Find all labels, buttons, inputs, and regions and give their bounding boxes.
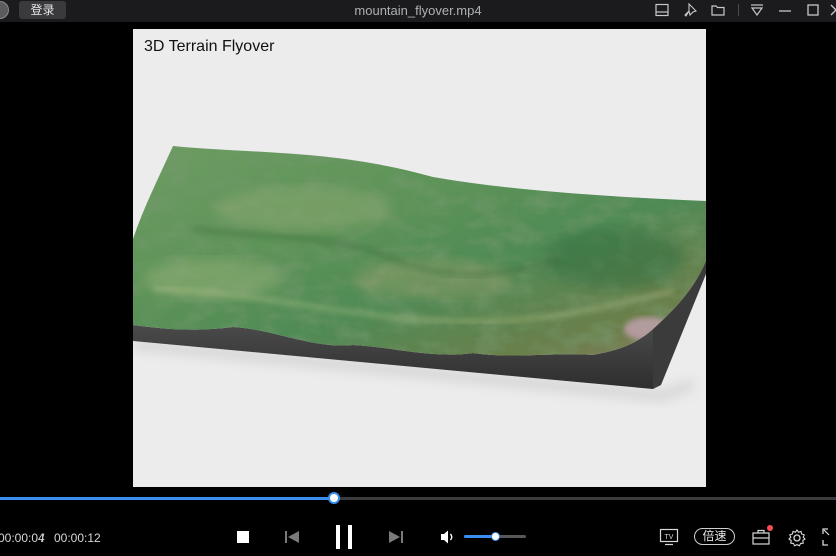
control-bar: 00:00:04 / 00:00:12 TV 倍速 — [0, 502, 836, 556]
volume-handle[interactable] — [491, 532, 500, 541]
next-icon[interactable] — [388, 530, 404, 544]
close-icon[interactable] — [828, 2, 836, 18]
progress-fill — [0, 497, 335, 500]
volume-slider[interactable] — [464, 532, 526, 541]
total-time: 00:00:12 — [54, 531, 101, 545]
title-bar: 登录 mountain_flyover.mp4 — [0, 0, 836, 22]
previous-icon[interactable] — [284, 530, 300, 544]
mini-mode-icon[interactable] — [654, 2, 670, 18]
minimize-icon[interactable] — [777, 2, 793, 18]
video-frame[interactable]: 3D Terrain Flyover — [133, 29, 706, 487]
pin-icon[interactable] — [683, 2, 699, 18]
stop-icon[interactable] — [236, 530, 250, 544]
terrain-render — [133, 146, 706, 401]
maximize-icon[interactable] — [805, 2, 821, 18]
tv-cast-icon[interactable]: TV — [659, 528, 679, 546]
svg-text:TV: TV — [665, 534, 674, 541]
folder-icon[interactable] — [710, 2, 726, 18]
notification-dot — [767, 525, 773, 531]
time-separator: / — [41, 531, 45, 545]
volume-icon[interactable] — [440, 529, 456, 545]
speed-button[interactable]: 倍速 — [694, 528, 735, 545]
titlebar-divider — [738, 4, 739, 16]
progress-bar[interactable] — [0, 492, 836, 504]
menu-icon[interactable] — [749, 2, 765, 18]
current-time: 00:00:04 — [0, 531, 45, 545]
fullscreen-icon[interactable] — [822, 528, 836, 546]
settings-gear-icon[interactable] — [787, 528, 807, 548]
pause-icon[interactable] — [334, 524, 354, 550]
